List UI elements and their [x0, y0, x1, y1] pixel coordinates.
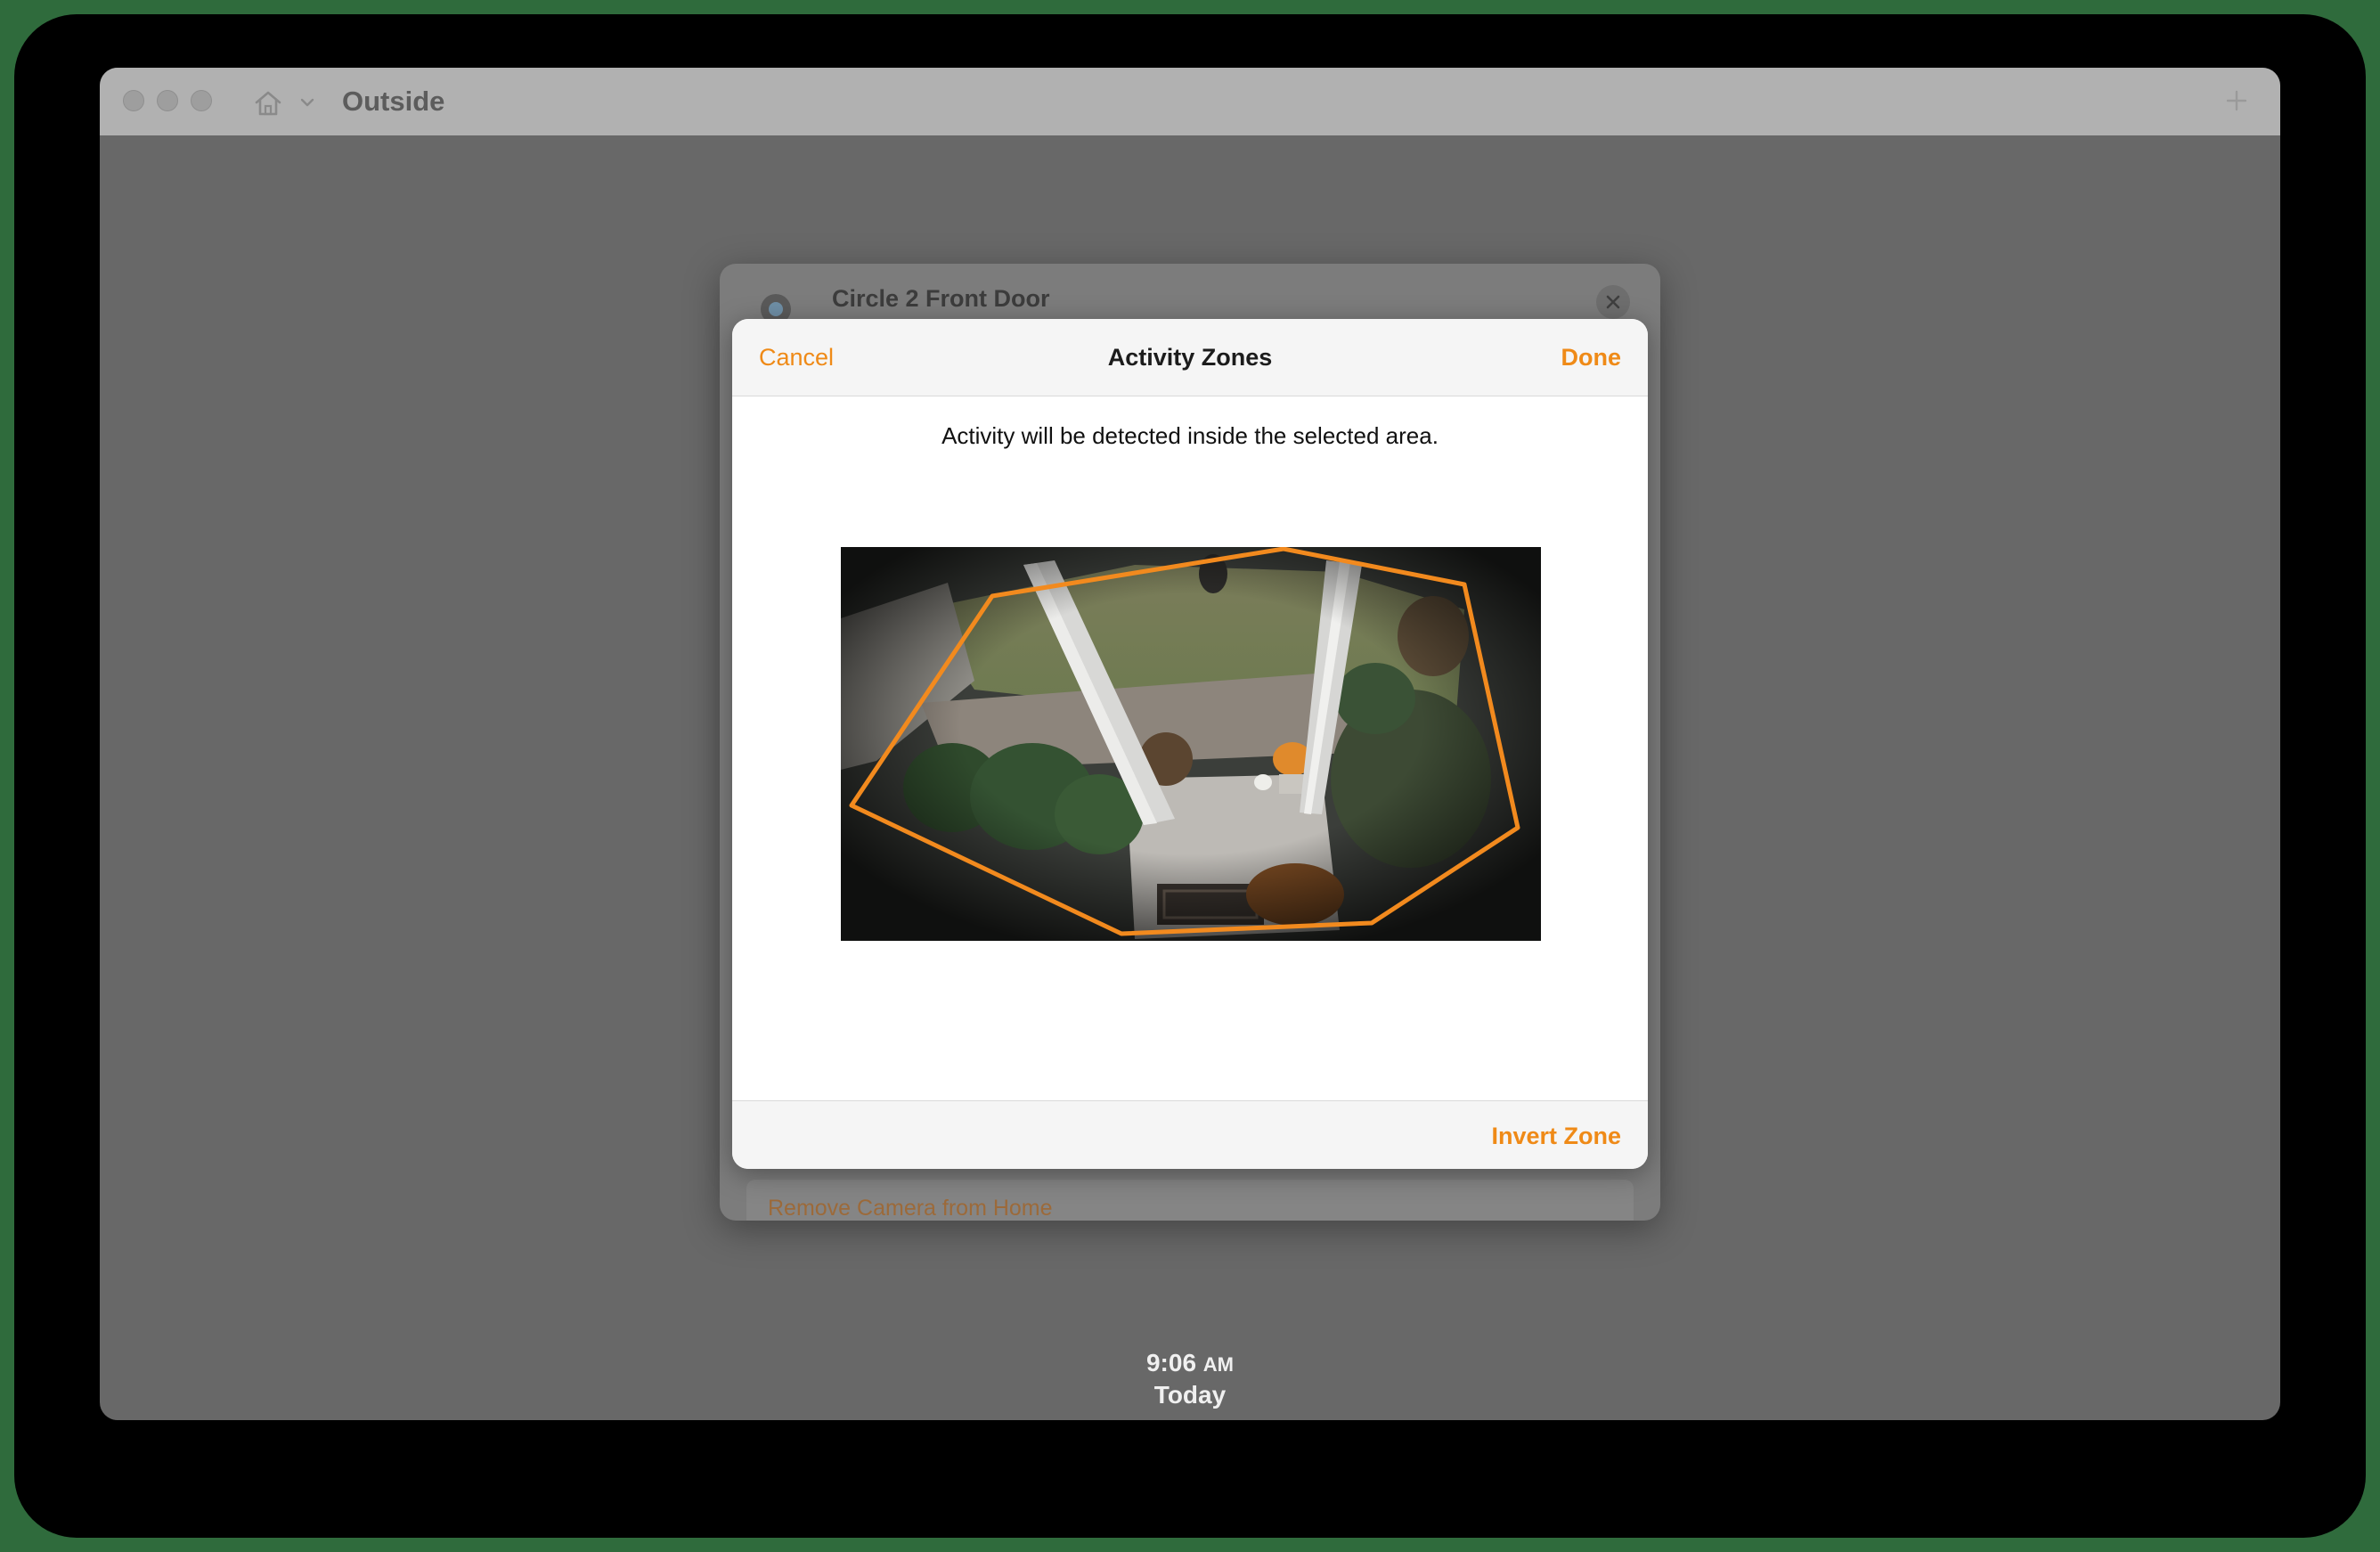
- modal-footer: Invert Zone: [732, 1100, 1648, 1169]
- title-bar: Outside: [100, 68, 2280, 135]
- time-ampm: AM: [1202, 1353, 1235, 1376]
- done-button[interactable]: Done: [1561, 344, 1622, 372]
- timestamp-time: 9:06 AM: [100, 1349, 2280, 1377]
- zoom-window-button[interactable]: [191, 90, 212, 111]
- plus-icon[interactable]: [2223, 87, 2250, 114]
- camera-image: [841, 547, 1541, 941]
- invert-zone-button[interactable]: Invert Zone: [1491, 1123, 1621, 1150]
- chevron-down-icon[interactable]: [298, 93, 317, 112]
- close-sheet-button[interactable]: [1596, 285, 1630, 319]
- modal-title: Activity Zones: [1107, 344, 1273, 371]
- camera-name: Circle 2 Front Door: [832, 285, 1050, 312]
- remove-camera-label[interactable]: Remove Camera from Home: [768, 1196, 1053, 1221]
- remove-camera-row[interactable]: Remove Camera from Home: [746, 1180, 1634, 1221]
- activity-zones-modal: Cancel Activity Zones Done Activity will…: [732, 319, 1648, 1169]
- minimize-window-button[interactable]: [157, 90, 178, 111]
- time-value: 9:06: [1145, 1349, 1197, 1376]
- close-icon: [1606, 295, 1620, 309]
- home-icon[interactable]: [253, 89, 283, 118]
- window-title: Outside: [342, 86, 445, 117]
- camera-snapshot[interactable]: [841, 547, 1541, 941]
- app-window: Outside Circle 2 Front Door Remove Camer…: [100, 68, 2280, 1420]
- timestamp-day: Today: [1153, 1381, 1227, 1409]
- instructions-text: Activity will be detected inside the sel…: [941, 422, 1439, 449]
- modal-header: Cancel Activity Zones Done: [732, 319, 1648, 396]
- close-window-button[interactable]: [123, 90, 144, 111]
